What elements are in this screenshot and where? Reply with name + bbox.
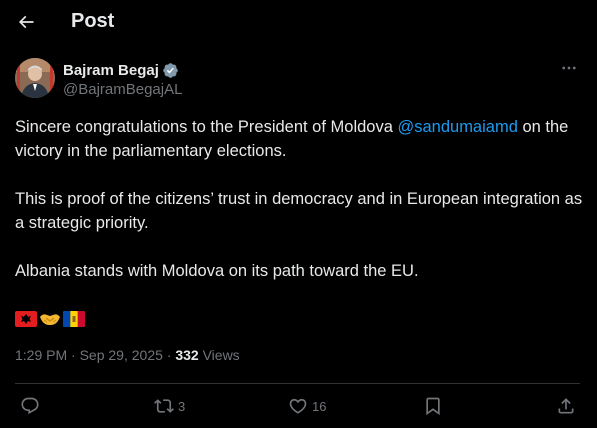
avatar-image bbox=[15, 58, 55, 98]
emoji-row bbox=[15, 310, 85, 328]
back-arrow-icon bbox=[18, 15, 34, 29]
repost-button[interactable]: 3 bbox=[154, 396, 185, 416]
post-time[interactable]: 1:29 PM bbox=[15, 347, 67, 363]
tweet-paragraph-3: Albania stands with Moldova on its path … bbox=[15, 262, 419, 280]
meta-separator: · bbox=[67, 347, 80, 363]
author-handle[interactable]: @BajramBegajAL bbox=[63, 81, 182, 99]
author-row: Bajram Begaj @BajramBegajAL bbox=[15, 58, 585, 102]
views-count: 332 bbox=[175, 347, 199, 363]
more-button[interactable] bbox=[559, 58, 579, 78]
mention-link[interactable]: @sandumaiamd bbox=[397, 118, 517, 136]
post-meta: 1:29 PM · Sep 29, 2025 · 332 Views bbox=[15, 346, 240, 364]
like-button[interactable]: 16 bbox=[288, 396, 326, 416]
flag-albania-icon bbox=[15, 311, 37, 327]
tweet-paragraph-1: Sincere congratulations to the President… bbox=[15, 115, 585, 163]
heart-icon bbox=[289, 398, 307, 414]
more-dots-icon bbox=[562, 66, 576, 70]
avatar[interactable] bbox=[15, 58, 55, 98]
meta-separator: · bbox=[162, 347, 176, 363]
verified-badge-icon[interactable] bbox=[162, 62, 179, 79]
repost-icon bbox=[154, 399, 174, 413]
author-display-name[interactable]: Bajram Begaj bbox=[63, 62, 159, 79]
flag-moldova-icon bbox=[63, 311, 85, 327]
repost-count: 3 bbox=[178, 398, 186, 414]
handshake-icon bbox=[40, 314, 60, 325]
top-bar: Post bbox=[0, 0, 597, 43]
tweet-text: Sincere congratulations to the President… bbox=[15, 115, 585, 283]
like-count: 16 bbox=[312, 398, 327, 414]
back-button[interactable] bbox=[10, 6, 42, 38]
share-icon bbox=[558, 398, 574, 414]
share-button[interactable] bbox=[556, 396, 576, 416]
views-label: Views bbox=[198, 347, 240, 363]
bookmark-icon bbox=[426, 397, 440, 416]
post-date[interactable]: Sep 29, 2025 bbox=[80, 347, 163, 363]
action-bar: 3 16 bbox=[0, 384, 597, 428]
reply-button[interactable] bbox=[20, 396, 44, 416]
reply-icon bbox=[21, 397, 39, 415]
author-name-block: Bajram Begaj @BajramBegajAL bbox=[63, 60, 182, 99]
page-title: Post bbox=[71, 10, 115, 32]
tweet-paragraph-2: This is proof of the citizens’ trust in … bbox=[15, 190, 583, 232]
bookmark-button[interactable] bbox=[423, 396, 443, 416]
tweet-text-segment: Sincere congratulations to the President… bbox=[15, 118, 398, 136]
